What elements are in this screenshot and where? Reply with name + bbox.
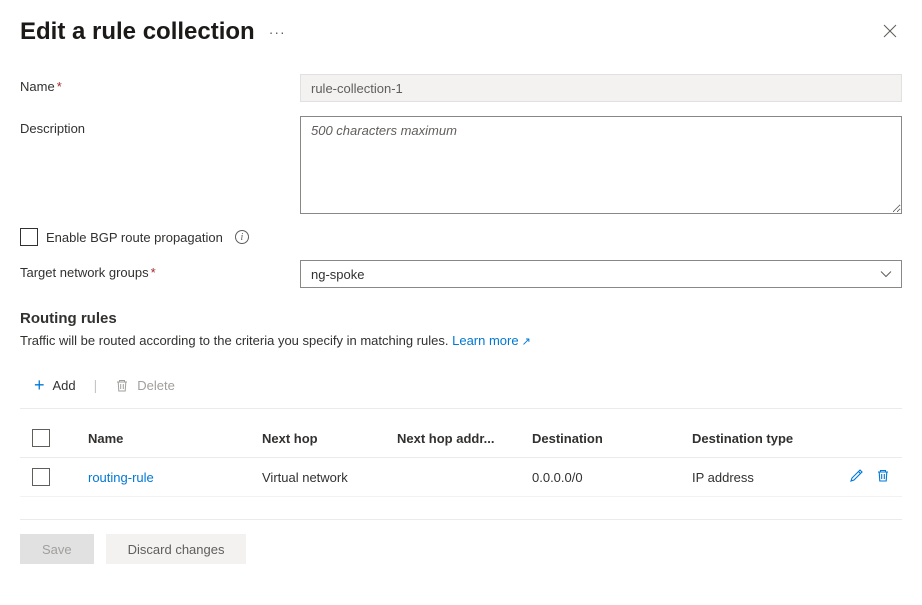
- table-header: Name Next hop Next hop addr... Destinati…: [20, 419, 902, 458]
- close-button[interactable]: [878, 20, 902, 44]
- rules-section-title: Routing rules: [20, 310, 902, 327]
- required-asterisk: *: [57, 79, 62, 94]
- learn-more-link[interactable]: Learn more ↗: [452, 333, 531, 348]
- row-next-hop: Virtual network: [262, 470, 397, 485]
- toolbar-separator: |: [94, 377, 98, 393]
- select-all-checkbox[interactable]: [32, 429, 50, 447]
- bgp-checkbox[interactable]: [20, 228, 38, 246]
- edit-icon[interactable]: [849, 468, 864, 486]
- header-name[interactable]: Name: [88, 431, 262, 446]
- target-select[interactable]: ng-spoke: [300, 260, 902, 288]
- close-icon: [883, 24, 897, 38]
- plus-icon: +: [34, 376, 45, 394]
- target-row: Target network groups* ng-spoke: [20, 260, 902, 288]
- row-check-col: [32, 468, 88, 486]
- target-select-value: ng-spoke: [300, 260, 902, 288]
- required-asterisk: *: [151, 265, 156, 280]
- page-title: Edit a rule collection: [20, 18, 255, 46]
- learn-more-text: Learn more: [452, 333, 518, 348]
- more-menu[interactable]: ···: [269, 24, 286, 40]
- rule-name-link[interactable]: routing-rule: [88, 470, 154, 485]
- add-label: Add: [53, 378, 76, 393]
- description-row: Description: [20, 116, 902, 214]
- header-check-col: [32, 429, 88, 447]
- external-link-icon: ↗: [522, 336, 531, 348]
- delete-button: Delete: [113, 374, 177, 397]
- panel-header: Edit a rule collection ···: [20, 18, 902, 46]
- info-icon[interactable]: i: [235, 230, 249, 244]
- discard-button[interactable]: Discard changes: [106, 534, 247, 564]
- row-checkbox[interactable]: [32, 468, 50, 486]
- header-next-hop[interactable]: Next hop: [262, 431, 397, 446]
- header-next-hop-addr[interactable]: Next hop addr...: [397, 431, 532, 446]
- description-label: Description: [20, 116, 300, 136]
- save-button[interactable]: Save: [20, 534, 94, 564]
- row-name: routing-rule: [88, 470, 262, 485]
- trash-icon: [115, 378, 129, 393]
- rules-table: Name Next hop Next hop addr... Destinati…: [20, 419, 902, 497]
- target-label: Target network groups*: [20, 260, 300, 280]
- target-label-text: Target network groups: [20, 265, 149, 280]
- rules-section-desc: Traffic will be routed according to the …: [20, 333, 902, 348]
- header-destination[interactable]: Destination: [532, 431, 692, 446]
- add-button[interactable]: + Add: [32, 372, 78, 398]
- row-destination: 0.0.0.0/0: [532, 470, 692, 485]
- rules-toolbar: + Add | Delete: [20, 368, 902, 409]
- name-input[interactable]: [300, 74, 902, 102]
- delete-label: Delete: [137, 378, 175, 393]
- table-row: routing-rule Virtual network 0.0.0.0/0 I…: [20, 458, 902, 497]
- name-row: Name*: [20, 74, 902, 102]
- bgp-label: Enable BGP route propagation: [46, 230, 223, 245]
- header-left: Edit a rule collection ···: [20, 18, 286, 46]
- row-actions: [820, 468, 890, 486]
- row-destination-type: IP address: [692, 470, 820, 485]
- name-label-text: Name: [20, 79, 55, 94]
- rules-desc-text: Traffic will be routed according to the …: [20, 333, 448, 348]
- name-label: Name*: [20, 74, 300, 94]
- bgp-row: Enable BGP route propagation i: [20, 228, 902, 246]
- footer: Save Discard changes: [20, 519, 902, 564]
- description-textarea[interactable]: [300, 116, 902, 214]
- header-destination-type[interactable]: Destination type: [692, 431, 820, 446]
- delete-row-icon[interactable]: [876, 468, 890, 486]
